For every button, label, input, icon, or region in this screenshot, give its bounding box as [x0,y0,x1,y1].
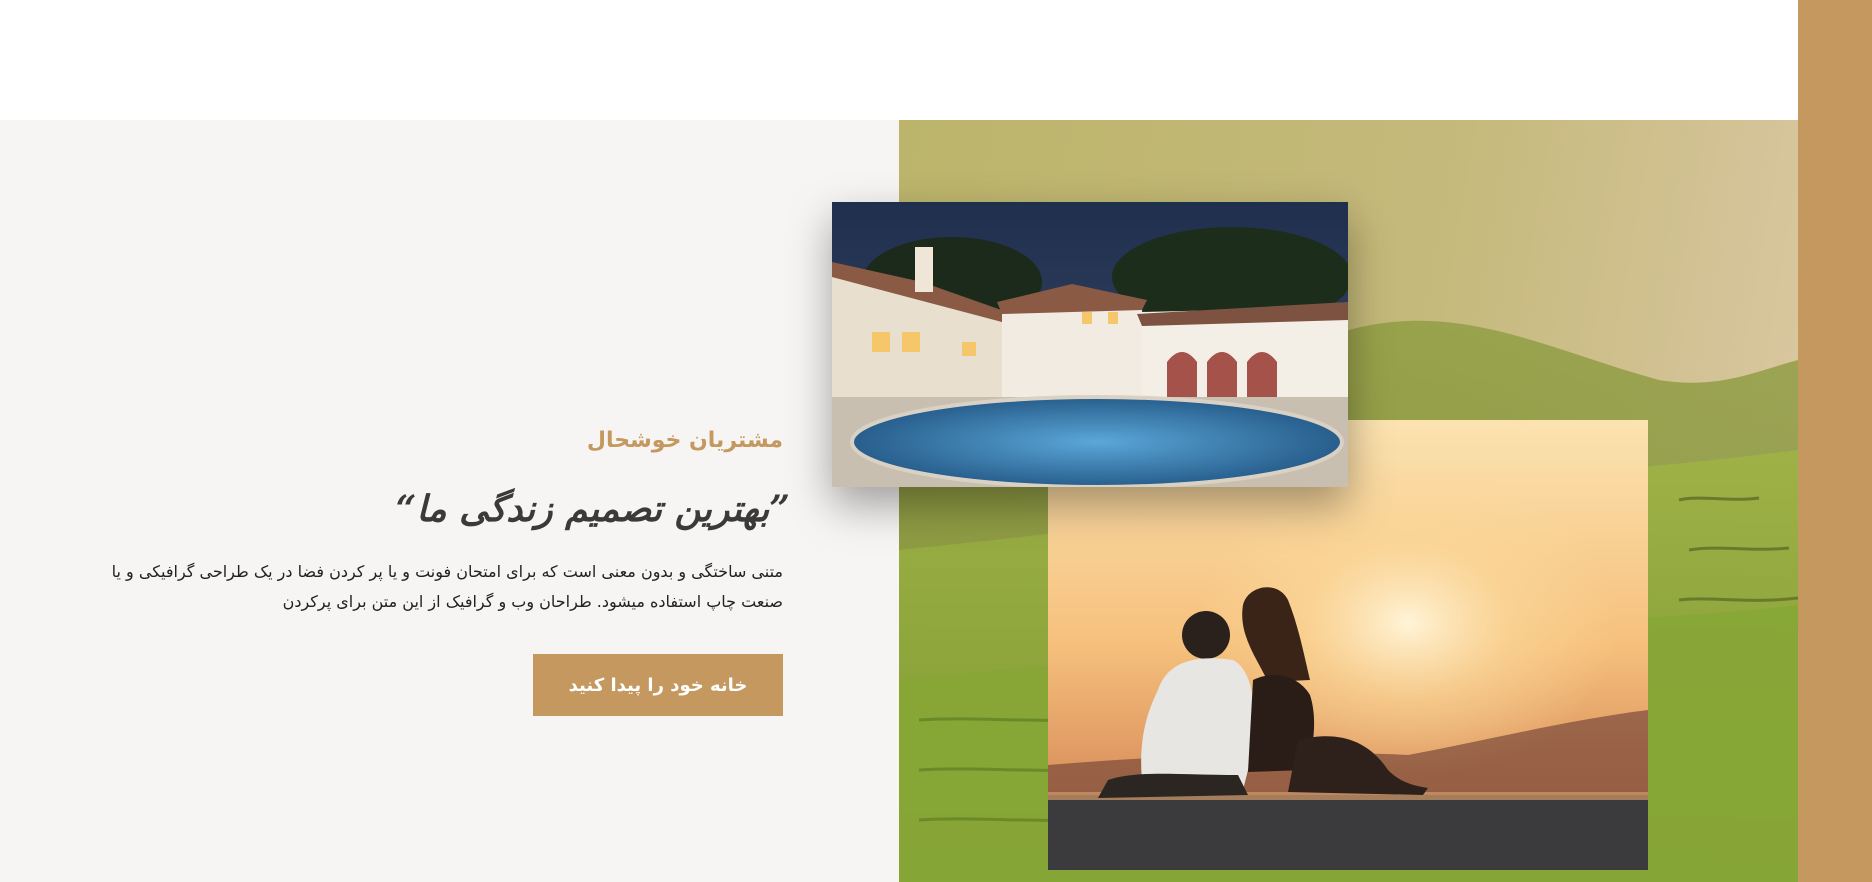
house-pool-photo [832,202,1348,487]
testimonial-body: متنی ساختگی و بدون معنی است که برای امتح… [111,562,783,611]
right-accent-strip [1798,0,1872,882]
testimonial-eyebrow: مشتریان خوشحال [586,428,783,453]
testimonial-headline: ”بهترین تصمیم زندگی ما“ [395,488,790,530]
find-home-button[interactable]: خانه خود را پیدا کنید [533,654,783,716]
couple-sunset-photo [1048,420,1648,870]
top-bar [0,0,1798,120]
